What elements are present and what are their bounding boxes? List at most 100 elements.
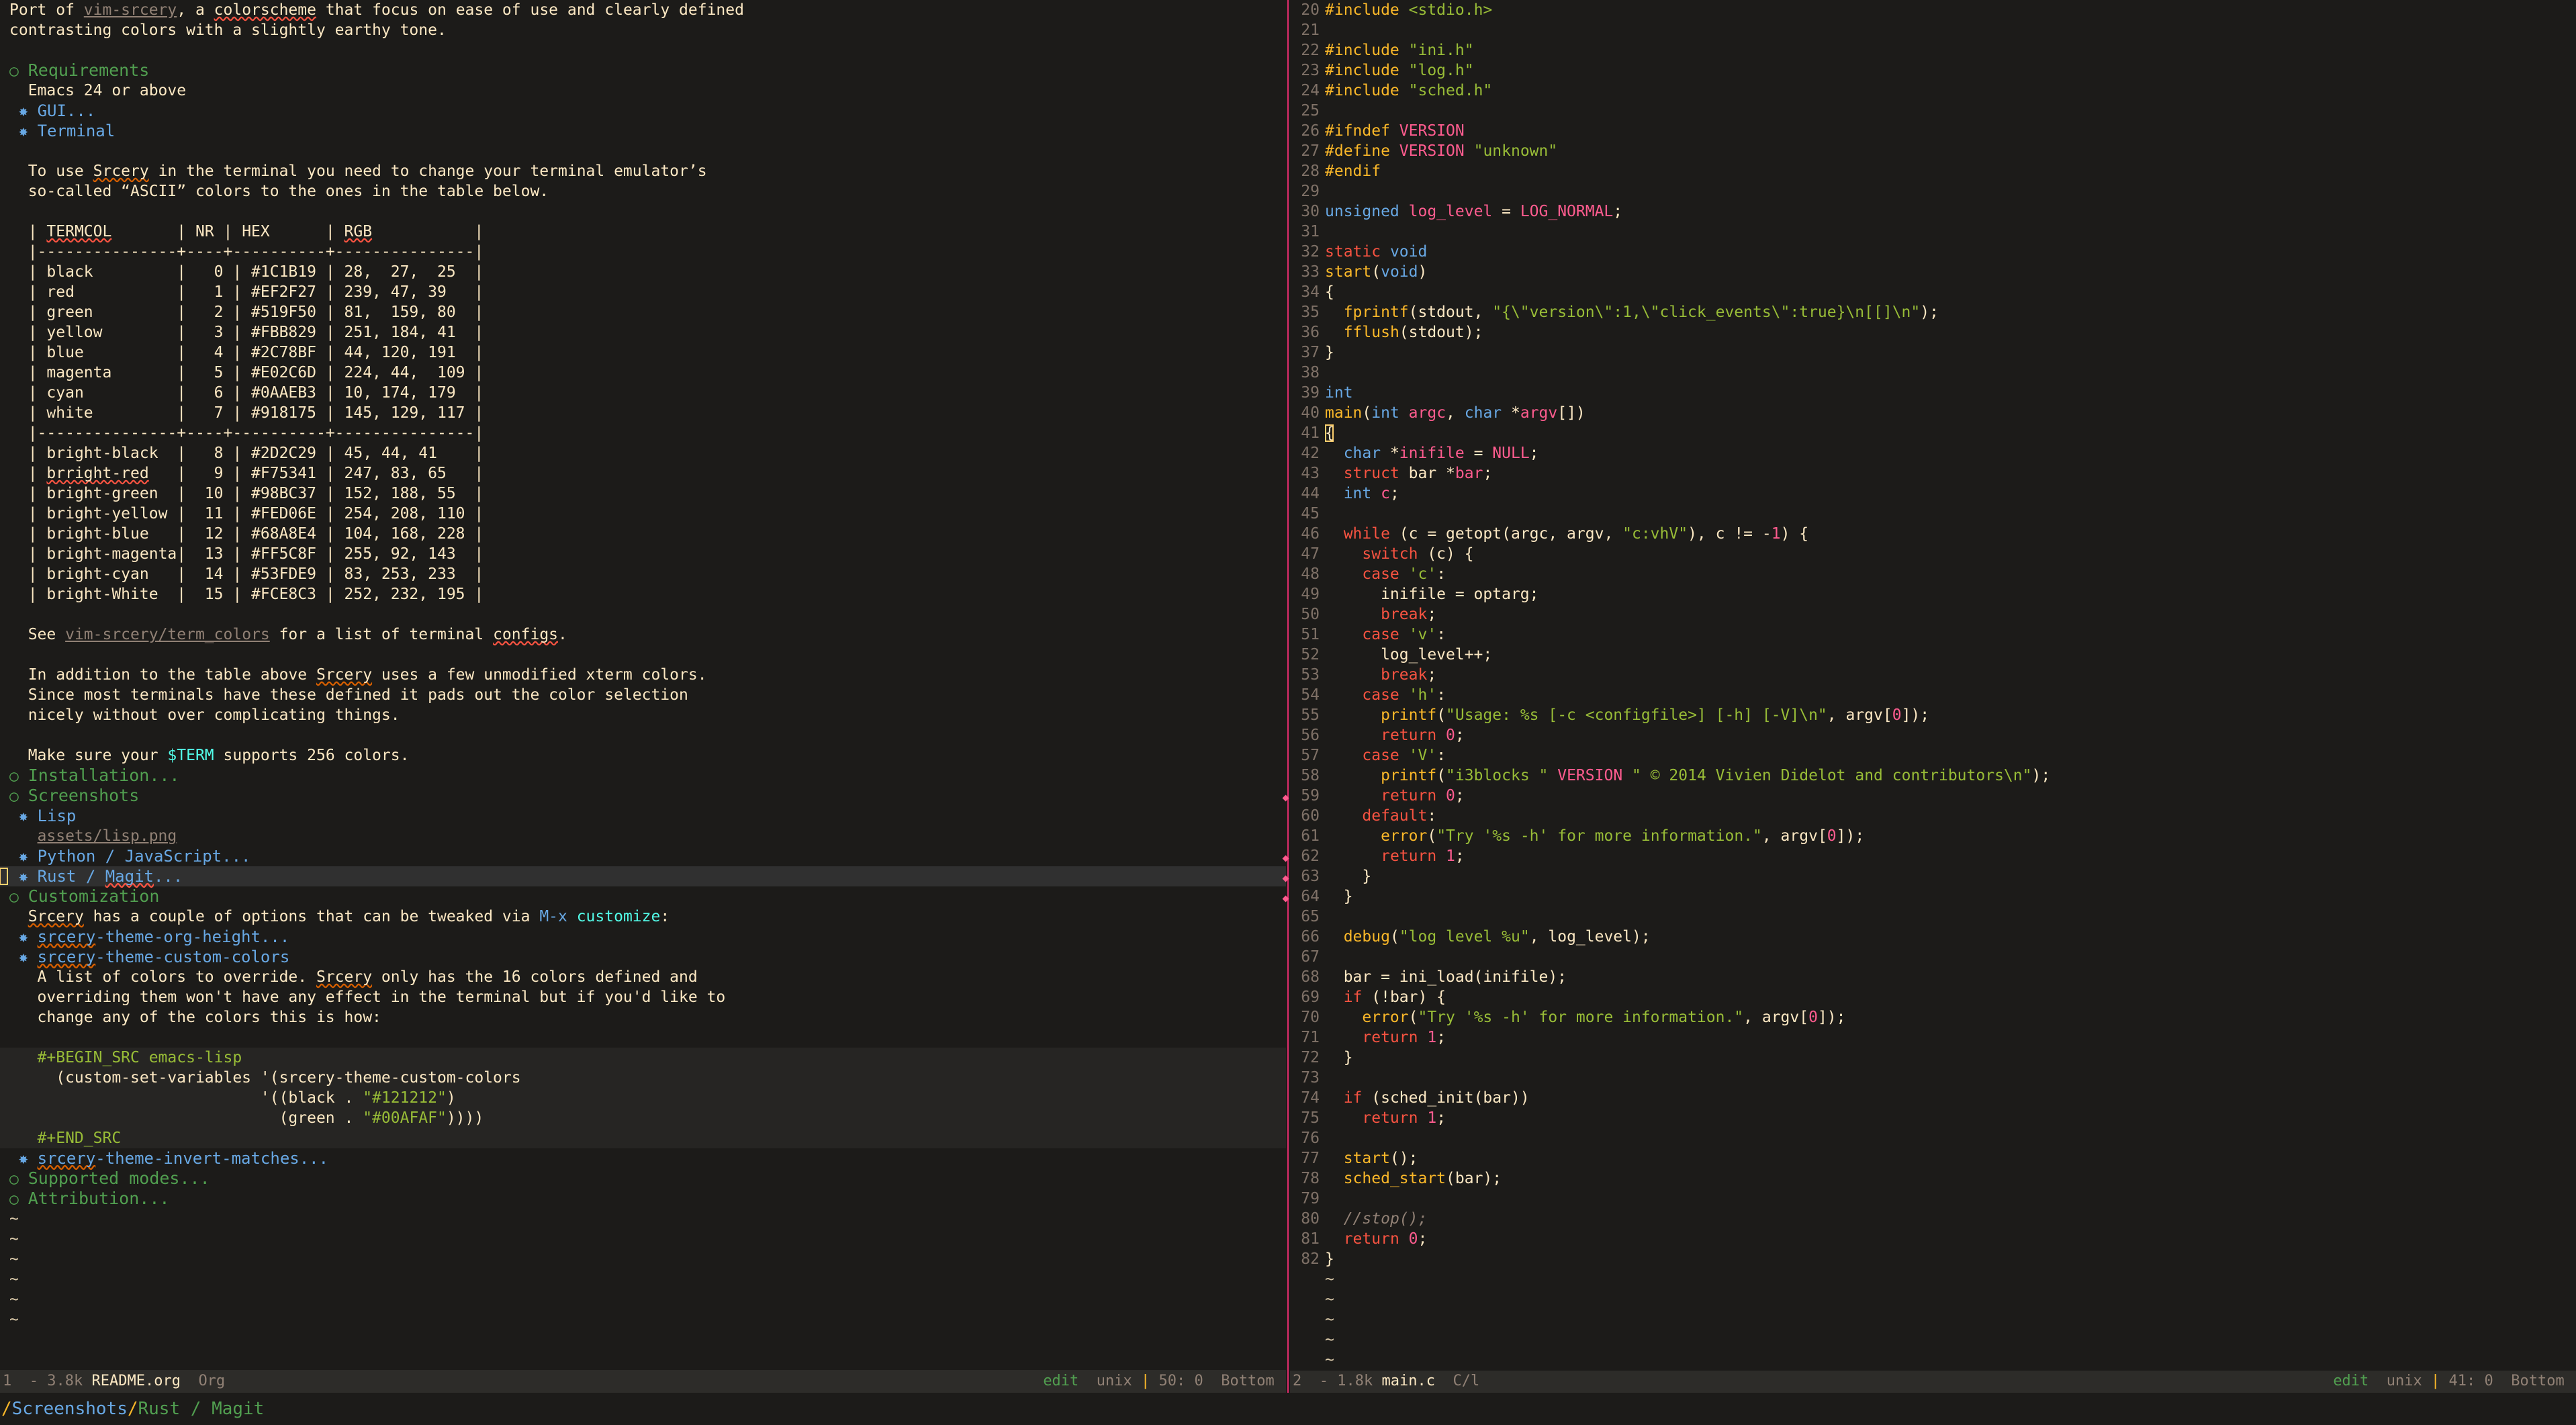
line-number: 29: [1301, 183, 1320, 200]
modeline-left-window-number: 1: [3, 1373, 12, 1389]
table-row: | green | 2 | #519F50 | 81, 159, 80 |: [28, 304, 484, 321]
org-heading-row: ○ Screenshots: [0, 786, 1286, 806]
heading-requirements[interactable]: Requirements: [28, 60, 150, 80]
line-number: 56: [1301, 727, 1320, 744]
code-line-text: if (!bar) {: [1343, 989, 1446, 1006]
org-empty-line: ~: [0, 1269, 1286, 1289]
line-number: 21: [1301, 21, 1320, 39]
code-line: 77 start();: [1290, 1148, 2576, 1168]
code-line-text: break;: [1381, 666, 1437, 684]
modeline-left-buffer-name[interactable]: README.org: [91, 1370, 180, 1393]
org-blank-line: [0, 604, 1286, 625]
heading-lisp[interactable]: Lisp: [38, 807, 77, 825]
line-number: 54: [1301, 686, 1320, 704]
org-line-text: A list of colors to override. Srcery onl…: [9, 968, 698, 986]
line-number: 68: [1301, 968, 1320, 986]
modeline-left-size: 3.8k: [47, 1373, 83, 1389]
heading-attribution[interactable]: Attribution...: [28, 1189, 170, 1208]
line-number: 50: [1301, 606, 1320, 623]
org-heading-row: ○ Requirements: [0, 60, 1286, 81]
modeline-right-buffer-name[interactable]: main.c: [1381, 1371, 1434, 1393]
code-line-text: {: [1325, 283, 1334, 301]
list-bullet-icon: ✸: [18, 122, 28, 140]
code-line-text: return 0;: [1381, 727, 1465, 744]
link-vim-srcery[interactable]: vim-srcery: [84, 1, 177, 19]
org-table-row: | bright-yellow | 11 | #FED06E | 254, 20…: [0, 504, 1286, 524]
org-line-text: ○ Installation...: [9, 766, 180, 786]
heading-terminal[interactable]: Terminal: [38, 122, 116, 140]
line-number: 52: [1301, 646, 1320, 663]
heading-custom-colors[interactable]: srcery-theme-custom-colors: [38, 948, 290, 966]
empty-line-marker: ~: [9, 1250, 19, 1268]
org-line-text: | bright-yellow | 11 | #FED06E | 254, 20…: [9, 504, 484, 524]
org-table-row: | bright-blue | 12 | #68A8E4 | 104, 168,…: [0, 524, 1286, 544]
link-term-colors[interactable]: vim-srcery/term_colors: [65, 626, 270, 643]
heading-gui[interactable]: GUI...: [38, 101, 96, 120]
window-readme-org[interactable]: Port of vim-srcery, a colorscheme that f…: [0, 0, 1286, 1393]
code-line-text: log_level++;: [1325, 646, 1493, 663]
code-line: 51 case 'v':: [1290, 625, 2576, 645]
code-line-text: fflush(stdout);: [1343, 324, 1483, 341]
c-buffer-text[interactable]: 20 #include <stdio.h> 21 22 #include "ini.h…: [1290, 0, 2576, 1371]
code-line: 28 #endif: [1290, 161, 2576, 181]
org-table-row: | magenta | 5 | #E02C6D | 224, 44, 109 |: [0, 363, 1286, 383]
org-empty-line: ~: [0, 1289, 1286, 1309]
heading-screenshots[interactable]: Screenshots: [28, 786, 140, 805]
org-line-text: | black | 0 | #1C1B19 | 28, 27, 25 |: [9, 262, 484, 282]
list-bullet-icon: ✸: [18, 868, 28, 886]
link-lisp-png[interactable]: assets/lisp.png: [38, 827, 177, 845]
code-line: 26 #ifndef VERSION: [1290, 121, 2576, 141]
modeline-left-edit-state[interactable]: edit: [1043, 1370, 1078, 1393]
line-number: 78: [1301, 1170, 1320, 1187]
org-table-row: | brright-red | 9 | #F75341 | 247, 83, 6…: [0, 463, 1286, 484]
modeline-right-gap4: [1435, 1371, 1453, 1393]
modeline-right-major-mode[interactable]: C/l: [1453, 1371, 1479, 1393]
line-number: 66: [1301, 928, 1320, 946]
code-empty-line: ~: [1290, 1350, 2576, 1370]
modeline-right-encoding[interactable]: unix: [2387, 1371, 2422, 1393]
org-table-row: | bright-green | 10 | #98BC37 | 152, 188…: [0, 484, 1286, 504]
org-line-text: | bright-green | 10 | #98BC37 | 152, 188…: [9, 484, 484, 504]
code-line: 70 error("Try '%s -h' for more informati…: [1290, 1007, 2576, 1027]
heading-installation[interactable]: Installation...: [28, 766, 180, 785]
heading-python-javascript[interactable]: Python / JavaScript...: [38, 847, 251, 866]
code-line: 47 switch (c) {: [1290, 544, 2576, 564]
code-line: 75 return 1;: [1290, 1108, 2576, 1128]
table-row: | red | 1 | #EF2F27 | 239, 47, 39 |: [28, 283, 484, 301]
modeline-left[interactable]: 1 - 3.8k README.org Org edit unix | 50: …: [0, 1370, 1286, 1393]
modeline-left-major-mode[interactable]: Org: [198, 1370, 225, 1393]
modeline-left-encoding[interactable]: unix: [1097, 1370, 1132, 1393]
org-blank-line: [0, 201, 1286, 222]
org-heading-row-selected[interactable]: ✸ Rust / Magit...: [0, 866, 1286, 886]
code-line: 74 if (sched_init(bar)): [1290, 1088, 2576, 1108]
heading-bullet-icon: ○: [9, 62, 19, 80]
heading-supported-modes[interactable]: Supported modes...: [28, 1168, 210, 1188]
code-line: 48 case 'c':: [1290, 564, 2576, 584]
line-number: 36: [1301, 324, 1320, 341]
code-line-text: switch (c) {: [1362, 545, 1474, 563]
line-number: 30: [1301, 203, 1320, 220]
org-line-text: ✸ srcery-theme-org-height...: [9, 927, 289, 948]
window-split: Port of vim-srcery, a colorscheme that f…: [0, 0, 2576, 1393]
org-line-text: Srcery has a couple of options that can …: [28, 908, 670, 925]
heading-customization[interactable]: Customization: [28, 886, 160, 906]
org-line-text: [9, 40, 19, 60]
org-line-text: ✸ Terminal: [9, 121, 115, 142]
modeline-left-modified: -: [29, 1373, 38, 1389]
modeline-right-edit-state[interactable]: edit: [2333, 1371, 2368, 1393]
org-buffer-text[interactable]: Port of vim-srcery, a colorscheme that f…: [0, 0, 1286, 1370]
heading-invert-matches[interactable]: srcery-theme-invert-matches...: [38, 1149, 328, 1168]
heading-org-height[interactable]: srcery-theme-org-height...: [38, 927, 290, 946]
code-line-text: }: [1325, 1250, 1334, 1268]
org-line-text: | green | 2 | #519F50 | 81, 159, 80 |: [9, 302, 484, 322]
heading-rust-magit[interactable]: Rust / Magit...: [38, 867, 183, 886]
modeline-right-gap8: [2493, 1371, 2512, 1393]
code-line-text: error("Try '%s -h' for more information.…: [1362, 1009, 1846, 1026]
modeline-right[interactable]: 2 - 1.8k main.c C/l edit unix | 41: 0 Bo…: [1290, 1370, 2576, 1393]
code-line-text: start();: [1343, 1150, 1418, 1167]
modeline-right-line-col: 41: 0: [2448, 1373, 2493, 1390]
window-main-c[interactable]: 20 #include <stdio.h> 21 22 #include "ini.h…: [1290, 0, 2576, 1393]
org-terminal-note-1: To use Srcery in the terminal you need t…: [0, 161, 1286, 181]
code-line: 53 break;: [1290, 665, 2576, 685]
org-requirements-note: Emacs 24 or above: [0, 81, 1286, 101]
